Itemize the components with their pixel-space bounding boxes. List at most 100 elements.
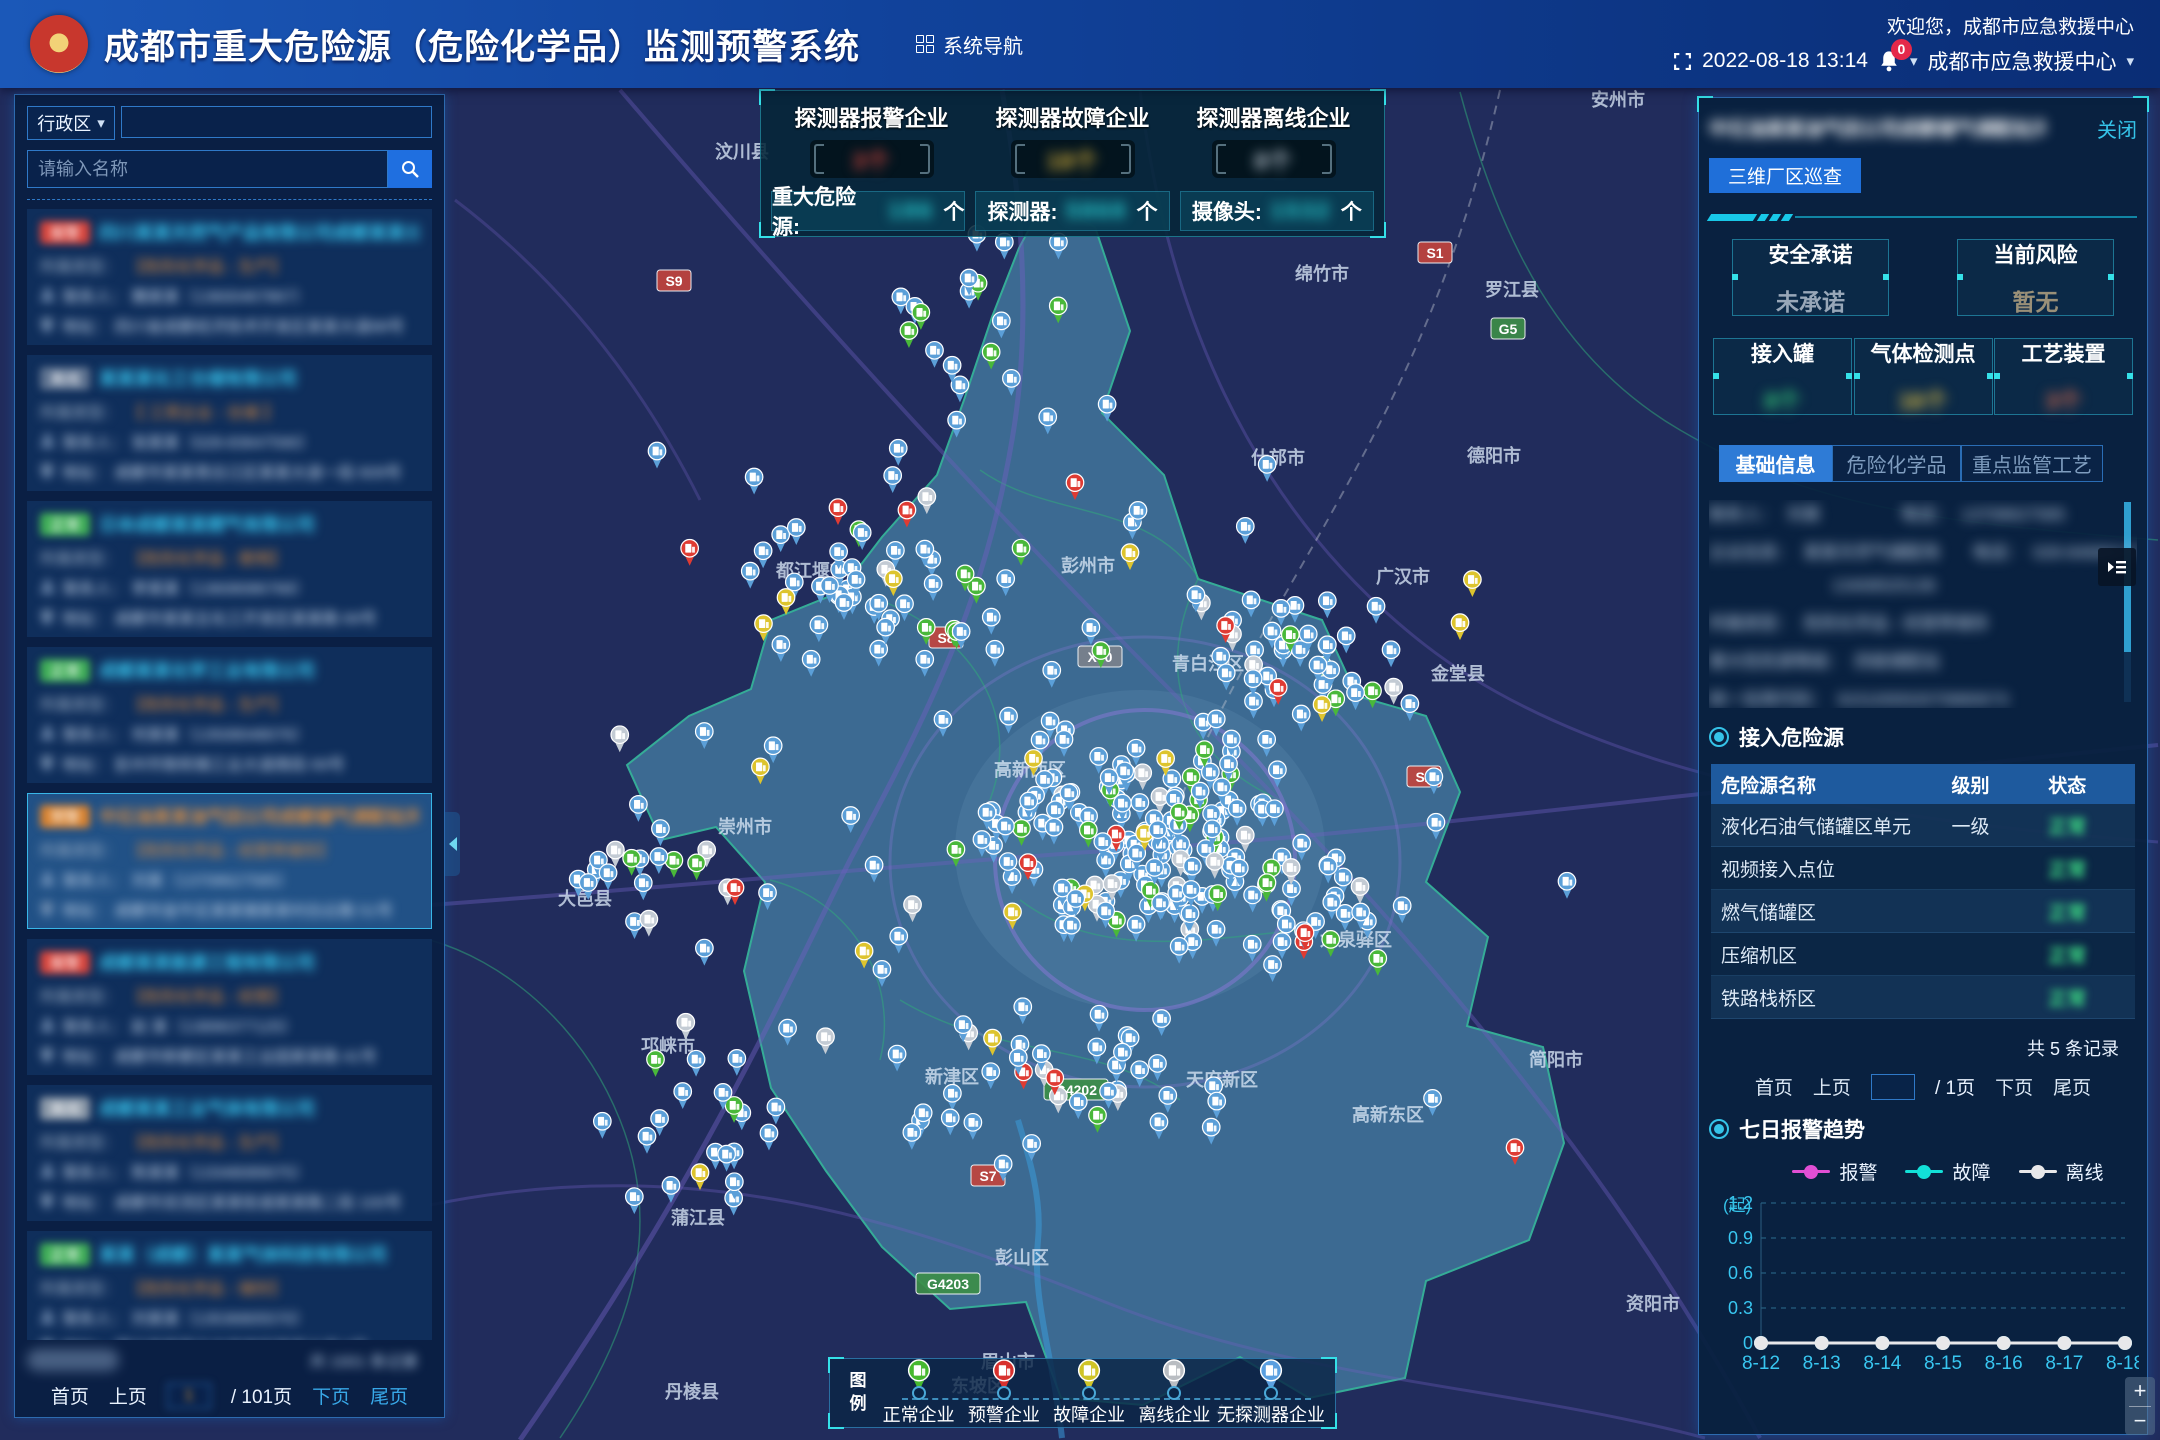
trend-legend: 报警故障离线 [1709, 1158, 2137, 1185]
person-icon [40, 871, 55, 886]
pager-page-input[interactable] [1871, 1074, 1915, 1100]
summary-card: 安全承诺未承诺 [1732, 239, 1889, 316]
grid-icon [916, 35, 934, 53]
stat-value-box: 8个 [1212, 140, 1336, 178]
company-list-item[interactable]: 报警成都某某能源工程有限公司所属类型：【危险化学品 - 经营】联系人： 赵 某（… [27, 939, 432, 1075]
map-legend-item: 离线企业 [1132, 1359, 1217, 1427]
company-name: 成都某某化学工业有限公司 [99, 657, 315, 683]
search-input[interactable] [27, 150, 388, 188]
company-list-item[interactable]: 正常日本成都某某燃气有限公司所属类型：【危险化学品 - 使用】联系人： 李某某（… [27, 501, 432, 637]
location-icon [40, 317, 54, 333]
city-label: 高新东区 [1352, 1104, 1424, 1125]
hazard-row[interactable]: 铁路栈桥区正常 [1711, 976, 2135, 1019]
city-label: 简阳市 [1529, 1049, 1583, 1070]
city-label: 德阳市 [1467, 445, 1521, 466]
map-legend-item: 无探测器企业 [1217, 1359, 1325, 1427]
hazard-row[interactable]: 压缩机区正常 [1711, 933, 2135, 976]
pager-next[interactable]: 下页 [312, 1382, 350, 1409]
footer-pill-blurred[interactable] [27, 1349, 119, 1371]
app: 汶川县安州市绵竹市罗江县什邡市德阳市广汉市金堂县青白江区彭州市都江堰市高新西区崇… [0, 0, 2160, 1440]
person-icon [40, 1163, 55, 1178]
stat-value-blurred: 8个 [1255, 142, 1293, 176]
district-dropdown[interactable]: 行政区 ▾ [27, 106, 115, 140]
count-card-value-blurred: 16个 [1899, 382, 1948, 416]
tab-key-processes[interactable]: 重点监管工艺 [1961, 445, 2103, 482]
company-list-item[interactable]: 正常成都某某化学工业有限公司所属类型：【危险化学品 - 生产】联系人： 何某某（… [27, 647, 432, 783]
company-contact-row: 联系人： 张某某（028-83647590） [40, 430, 419, 451]
search-button[interactable] [388, 150, 432, 188]
company-type-row: 所属类型：【危险化学品 - 生产】 [40, 692, 419, 713]
header-right: 欢迎您，成都市应急救援中心 2022-08-18 13:14 0 ▾ 成都市应急… [1673, 12, 2134, 76]
pager-prev[interactable]: 上页 [1813, 1073, 1851, 1100]
pager-page-input[interactable]: 1 [167, 1383, 211, 1409]
legend-label: 预警企业 [968, 1401, 1040, 1427]
hazard-row[interactable]: 视频接入点位正常 [1711, 847, 2135, 890]
legend-item: 报警 [1792, 1158, 1877, 1185]
chevron-down-icon[interactable]: ▾ [1910, 52, 1918, 70]
hazard-name: 铁路栈桥区 [1711, 976, 1942, 1019]
svg-text:8-15: 8-15 [1924, 1353, 1962, 1374]
status-badge: 预警 [40, 805, 90, 828]
hazard-row[interactable]: 燃气储罐区正常 [1711, 890, 2135, 933]
district-value-input[interactable] [121, 106, 432, 138]
company-address-row: 地址： 四川省成都经济技术开发区某某大道88号 [40, 314, 419, 335]
tab-basic-info[interactable]: 基础信息 [1719, 445, 1832, 482]
company-type-row: 所属类型：【危险化学品 - 经营】 [40, 984, 419, 1005]
zoom-in-button[interactable]: + [2125, 1377, 2155, 1406]
city-label: 丹棱县 [665, 1381, 719, 1402]
stat-label: 探测器报警企业 [794, 101, 948, 133]
company-type-row: 所属类型：【危险化学品 - 生产】 [40, 254, 419, 275]
svg-text:G4203: G4203 [927, 1276, 969, 1292]
pager-first[interactable]: 首页 [51, 1382, 89, 1409]
company-list-item[interactable]: 离线某某某化工仓储有限公司所属类型：【 工贸企业 - 仓储 】联系人： 张某某（… [27, 355, 432, 491]
pager-next[interactable]: 下页 [1995, 1073, 2033, 1100]
company-list-item[interactable]: 离线成都某某工业气体有限公司所属类型：【危险化学品 - 生产】联系人： 陈某某（… [27, 1085, 432, 1221]
panel-collapse-button[interactable] [2098, 548, 2136, 586]
close-button[interactable]: 关闭 [2097, 114, 2137, 143]
trend-section-header: 七日报警趋势 [1709, 1114, 2137, 1144]
map-legend-item: 正常企业 [876, 1359, 961, 1427]
zoom-out-button[interactable]: − [2125, 1407, 2155, 1436]
company-list-item[interactable]: 正常某某（成都）某某气体科技有限公司所属类型：【危险化学品 - 储存】联系人： … [27, 1231, 432, 1340]
column-header: 级别 [1942, 764, 2039, 804]
map-zoom-control: + − [2125, 1377, 2155, 1435]
pager-last[interactable]: 尾页 [370, 1382, 408, 1409]
road-badge: S9 [657, 270, 691, 291]
city-label: 广汉市 [1376, 566, 1430, 587]
summary-cards: 安全承诺未承诺当前风险暂无 [1709, 239, 2137, 316]
pager-prev[interactable]: 上页 [109, 1382, 147, 1409]
district-label: 行政区 [37, 110, 91, 136]
info-row-blurred: 企业信息： 某某天然气储配场 电话： 028-84680177 / [1709, 538, 2137, 563]
stat-value-box: 18个 [1011, 140, 1135, 178]
chevron-down-icon[interactable]: ▾ [2126, 52, 2134, 70]
company-list-item[interactable]: 预警中石油某某油气田公司成都储气调配站天然气储配场所属类型：【危险化学品 - 经… [27, 793, 432, 929]
tab-hazardous-chemicals[interactable]: 危险化学品 [1832, 445, 1961, 482]
company-type-row: 所属类型：【 工贸企业 - 仓储 】 [40, 400, 419, 421]
location-icon [40, 609, 54, 625]
detector-stat-card: 探测器故障企业18个 [972, 101, 1173, 178]
filter-row: 行政区 ▾ [27, 106, 432, 140]
fullscreen-icon[interactable] [1673, 52, 1692, 71]
legend-ring-icon [912, 1386, 926, 1400]
person-icon [40, 579, 55, 594]
status-badge: 离线 [40, 1097, 90, 1120]
pager-last[interactable]: 尾页 [2053, 1073, 2091, 1100]
org-name[interactable]: 成都市应急救援中心 [1927, 46, 2116, 76]
3d-tour-button[interactable]: 三维厂区巡查 [1709, 158, 1861, 193]
legend-label: 正常企业 [883, 1401, 955, 1427]
status-badge: 正常 [40, 513, 90, 536]
system-nav-button[interactable]: 系统导航 [916, 30, 1023, 59]
notification-bell-icon[interactable]: 0 [1878, 49, 1900, 73]
hazard-table-header: 危险源名称级别状态 [1711, 764, 2135, 804]
city-label: 新津区 [925, 1066, 979, 1087]
city-label: 金堂县 [1430, 663, 1485, 684]
hazard-level [1942, 847, 2039, 890]
city-label: 安州市 [1591, 89, 1645, 110]
city-label: 崇州市 [718, 816, 772, 837]
legend-ring-icon [997, 1386, 1011, 1400]
road-badge: G5 [1491, 318, 1525, 339]
company-list-item[interactable]: 报警四川某某天然气产品有限公司成都某某分公司所属类型：【危险化学品 - 生产】联… [27, 209, 432, 345]
pager-first[interactable]: 首页 [1755, 1073, 1793, 1100]
sidebar-collapse-handle[interactable] [445, 812, 460, 876]
hazard-row[interactable]: 液化石油气储罐区单元一级正常 [1711, 804, 2135, 847]
